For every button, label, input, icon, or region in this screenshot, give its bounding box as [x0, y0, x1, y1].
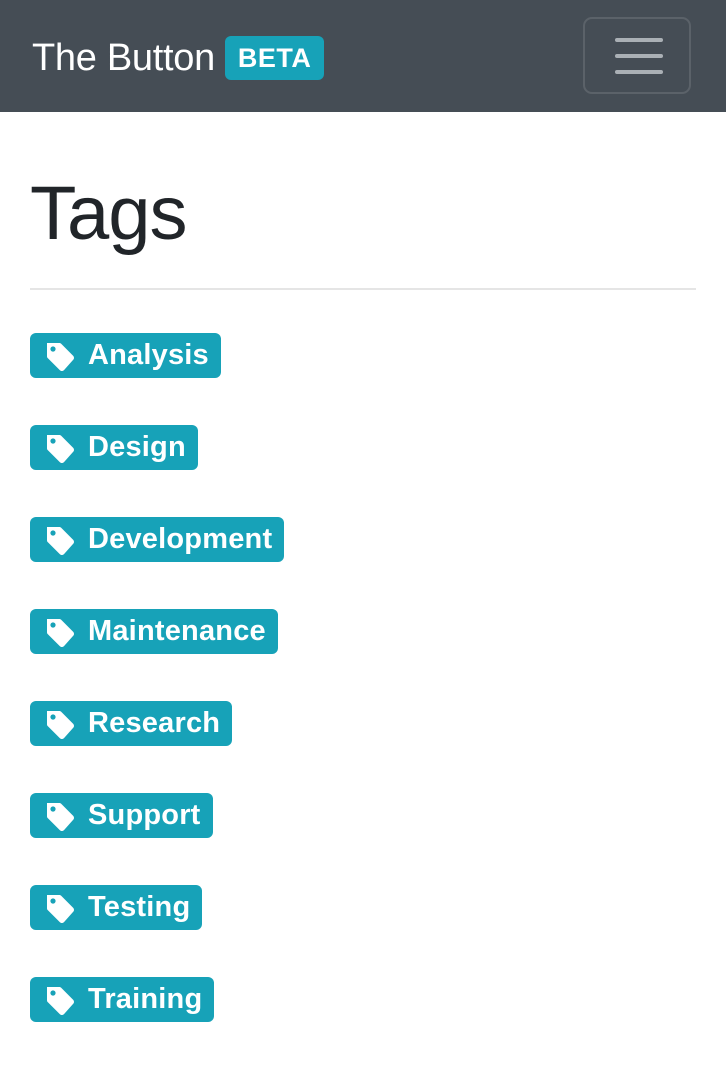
brand-link[interactable]: The Button BETA	[32, 36, 325, 80]
tag-label: Development	[88, 523, 273, 555]
tag-badge-maintenance[interactable]: Maintenance	[30, 609, 278, 654]
tag-badge-support[interactable]: Support	[30, 793, 213, 838]
tag-icon	[47, 710, 74, 739]
tag-list-item: Training	[30, 977, 284, 1069]
tag-icon	[47, 526, 74, 555]
tag-label: Training	[88, 983, 203, 1015]
tag-list-item: Support	[30, 793, 284, 885]
tag-list-item: Testing	[30, 885, 284, 977]
tag-list-item: Design	[30, 425, 284, 517]
tag-icon	[47, 986, 74, 1015]
tag-list: Analysis Design Development Maintenance	[30, 333, 285, 1069]
tag-label: Testing	[88, 891, 191, 923]
hamburger-bar	[615, 38, 663, 42]
tag-label: Maintenance	[88, 615, 266, 647]
page-title: Tags	[30, 171, 188, 256]
tag-icon	[47, 618, 74, 647]
tag-icon	[47, 894, 74, 923]
hamburger-bar	[615, 54, 663, 58]
tag-icon	[47, 342, 74, 371]
navbar: The Button BETA	[0, 0, 726, 112]
tag-badge-training[interactable]: Training	[30, 977, 215, 1022]
tag-icon	[47, 802, 74, 831]
tag-badge-research[interactable]: Research	[30, 701, 233, 746]
navbar-toggler-button[interactable]	[583, 17, 691, 94]
beta-badge: BETA	[224, 36, 325, 80]
tag-list-item: Development	[30, 517, 285, 609]
tag-list-item: Analysis	[30, 333, 284, 425]
hamburger-bar	[615, 70, 663, 74]
tag-badge-analysis[interactable]: Analysis	[30, 333, 221, 378]
title-divider	[30, 288, 696, 290]
tag-badge-development[interactable]: Development	[30, 517, 285, 562]
tag-list-item: Maintenance	[30, 609, 284, 701]
tag-badge-testing[interactable]: Testing	[30, 885, 203, 930]
tag-label: Design	[88, 431, 186, 463]
tag-icon	[47, 434, 74, 463]
tag-list-item: Research	[30, 701, 284, 793]
tag-badge-design[interactable]: Design	[30, 425, 198, 470]
tag-label: Analysis	[88, 339, 209, 371]
tag-label: Support	[88, 799, 201, 831]
tag-label: Research	[88, 707, 221, 739]
brand-name: The Button	[32, 37, 215, 79]
